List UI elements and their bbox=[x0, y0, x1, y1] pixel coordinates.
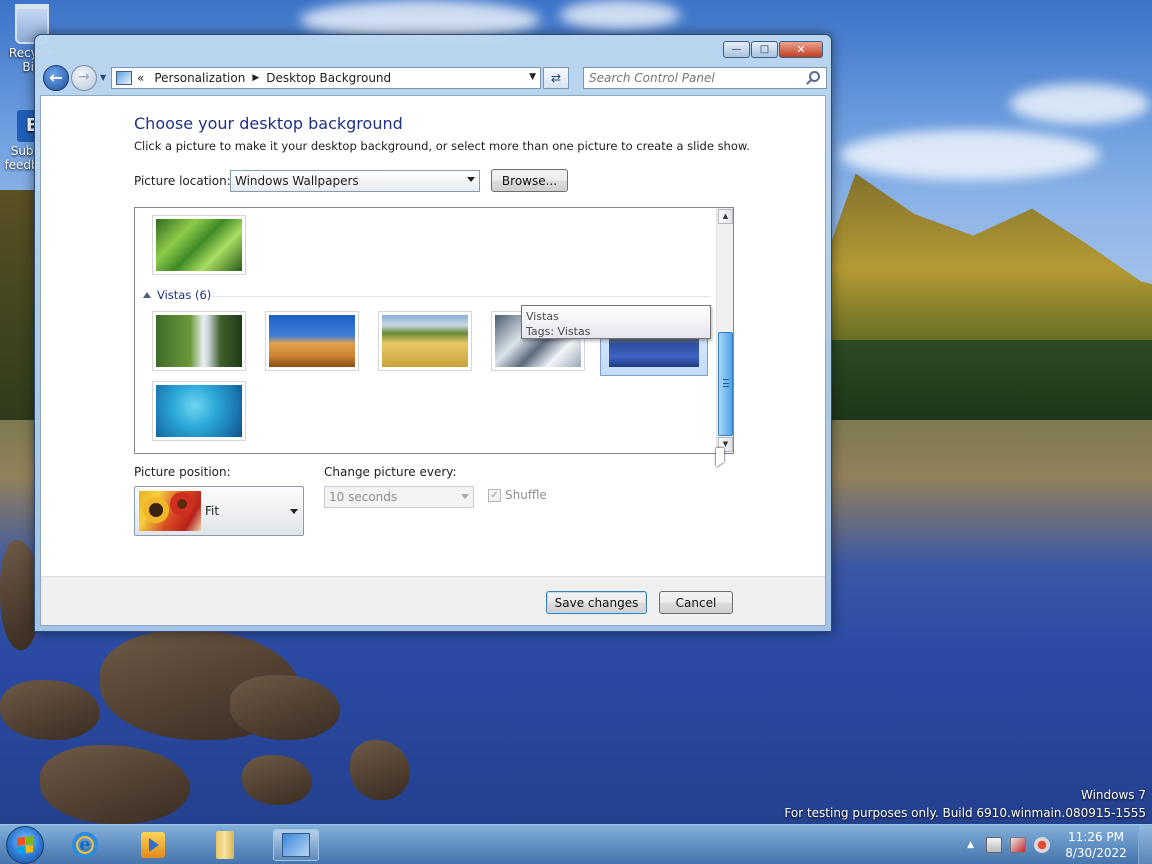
breadcrumb-arrow-icon[interactable]: ▶ bbox=[252, 73, 259, 83]
browse-button[interactable]: Browse... bbox=[491, 169, 568, 192]
refresh-button[interactable]: ⇄ bbox=[543, 67, 569, 89]
forward-button[interactable]: → bbox=[71, 65, 97, 91]
system-tray: ▲ 11:26 PM 8/30/2022 bbox=[967, 825, 1152, 864]
scroll-up-button[interactable]: ▲ bbox=[718, 209, 733, 224]
address-dropdown-icon[interactable]: ▼ bbox=[529, 72, 536, 82]
taskbar-control-panel[interactable] bbox=[273, 829, 319, 861]
minimize-button[interactable]: — bbox=[723, 41, 750, 58]
control-panel-icon bbox=[116, 71, 132, 85]
network-icon[interactable] bbox=[986, 837, 1002, 853]
desktop-background-window: — □ ✕ ← → ▼ « Personalization ▶ Desktop … bbox=[34, 34, 832, 632]
show-desktop-button[interactable] bbox=[1138, 825, 1152, 864]
clock-time: 11:26 PM bbox=[1068, 830, 1124, 844]
gallery-scrollbar[interactable]: ▲ ▼ bbox=[716, 208, 733, 453]
collapse-triangle-icon[interactable] bbox=[143, 292, 151, 298]
volume-muted-icon[interactable] bbox=[1034, 837, 1050, 853]
wallpaper-thumb-dunes[interactable] bbox=[265, 311, 359, 371]
change-interval-value: 10 seconds bbox=[329, 490, 398, 504]
search-input[interactable] bbox=[584, 68, 799, 88]
start-button[interactable] bbox=[6, 826, 44, 864]
cloud bbox=[1010, 84, 1150, 124]
shuffle-label: Shuffle bbox=[505, 488, 547, 502]
internet-explorer-icon: e bbox=[72, 832, 98, 858]
action-center-icon[interactable] bbox=[1010, 837, 1026, 853]
wallpaper-image bbox=[156, 219, 242, 271]
wallpaper-image bbox=[156, 385, 242, 437]
search-icon[interactable] bbox=[809, 71, 820, 82]
taskbar-media-player[interactable] bbox=[130, 829, 176, 861]
mouse-pointer-icon bbox=[716, 448, 724, 467]
breadcrumb-desktop-background[interactable]: Desktop Background bbox=[266, 71, 391, 85]
group-divider bbox=[213, 296, 711, 297]
cancel-button[interactable]: Cancel bbox=[659, 591, 733, 614]
group-header-vistas[interactable]: Vistas (6) bbox=[143, 288, 211, 302]
page-title: Choose your desktop background bbox=[134, 114, 403, 133]
picture-position-label: Picture position: bbox=[134, 465, 231, 479]
tooltip-tags: Tags: Vistas bbox=[526, 325, 591, 338]
change-picture-label: Change picture every: bbox=[324, 465, 457, 479]
cloud bbox=[840, 130, 1100, 180]
grip-icon bbox=[723, 379, 729, 387]
picture-position-value: Fit bbox=[205, 504, 220, 518]
build-watermark-build: For testing purposes only. Build 6910.wi… bbox=[784, 806, 1146, 820]
footer-bar: Save changes Cancel bbox=[41, 576, 825, 625]
picture-location-label: Picture location: bbox=[134, 174, 231, 188]
show-hidden-icons-icon[interactable]: ▲ bbox=[967, 840, 974, 850]
wallpaper-thumb-fern[interactable] bbox=[152, 215, 246, 275]
chevron-down-icon bbox=[461, 494, 469, 499]
search-box[interactable] bbox=[583, 67, 827, 89]
wallpaper-image bbox=[269, 315, 355, 367]
recent-pages-dropdown[interactable]: ▼ bbox=[100, 73, 106, 82]
page-description: Click a picture to make it your desktop … bbox=[134, 139, 750, 153]
windows-logo-icon bbox=[17, 836, 33, 854]
picture-location-select[interactable]: Windows Wallpapers bbox=[230, 170, 480, 192]
change-interval-select[interactable]: 10 seconds bbox=[324, 486, 474, 508]
address-bar[interactable]: « Personalization ▶ Desktop Background ▼ bbox=[111, 67, 541, 89]
clock[interactable]: 11:26 PM 8/30/2022 bbox=[1058, 829, 1134, 861]
back-button[interactable]: ← bbox=[43, 65, 69, 91]
clock-date: 8/30/2022 bbox=[1065, 846, 1127, 860]
taskbar-explorer[interactable] bbox=[202, 829, 248, 861]
control-panel-icon bbox=[282, 833, 310, 857]
wallpaper-image bbox=[382, 315, 468, 367]
maximize-button[interactable]: □ bbox=[751, 41, 778, 58]
shuffle-checkbox[interactable]: ✓ Shuffle bbox=[488, 488, 547, 502]
save-changes-button[interactable]: Save changes bbox=[546, 591, 647, 614]
wallpaper-image bbox=[156, 315, 242, 367]
position-preview-image bbox=[139, 491, 201, 531]
chevron-down-icon bbox=[467, 177, 475, 182]
content-pane: Choose your desktop background Click a p… bbox=[40, 95, 826, 626]
address-chevrons[interactable]: « bbox=[137, 71, 144, 85]
wallpaper-thumb-waterfall[interactable] bbox=[152, 311, 246, 371]
checkmark-icon[interactable]: ✓ bbox=[488, 488, 501, 502]
breadcrumb-personalization[interactable]: Personalization bbox=[154, 71, 245, 85]
wallpaper-gallery[interactable]: Vistas (6) Vistas Tags: Vistas ▲ ▼ bbox=[134, 207, 734, 454]
navigation-bar: ← → ▼ « Personalization ▶ Desktop Backgr… bbox=[41, 63, 827, 93]
wallpaper-tooltip: Vistas Tags: Vistas bbox=[521, 305, 711, 339]
media-player-icon bbox=[141, 832, 165, 858]
wallpaper-thumb-wheat[interactable] bbox=[378, 311, 472, 371]
group-title: Vistas (6) bbox=[157, 288, 212, 302]
caption-buttons: — □ ✕ bbox=[722, 41, 823, 58]
picture-location-value: Windows Wallpapers bbox=[235, 174, 359, 188]
folder-icon bbox=[216, 831, 234, 859]
chevron-down-icon bbox=[290, 509, 298, 514]
picture-position-select[interactable]: Fit bbox=[134, 486, 304, 536]
treeline bbox=[820, 340, 1152, 430]
cloud bbox=[560, 0, 680, 30]
wallpaper-thumb-underwater[interactable] bbox=[152, 381, 246, 441]
taskbar-internet-explorer[interactable]: e bbox=[62, 829, 108, 861]
build-watermark-title: Windows 7 bbox=[1080, 788, 1146, 802]
close-button[interactable]: ✕ bbox=[779, 41, 823, 58]
tooltip-title: Vistas bbox=[526, 310, 559, 323]
scroll-thumb[interactable] bbox=[718, 332, 733, 436]
taskbar: e ▲ 11:26 PM 8/30/2022 bbox=[0, 824, 1152, 864]
